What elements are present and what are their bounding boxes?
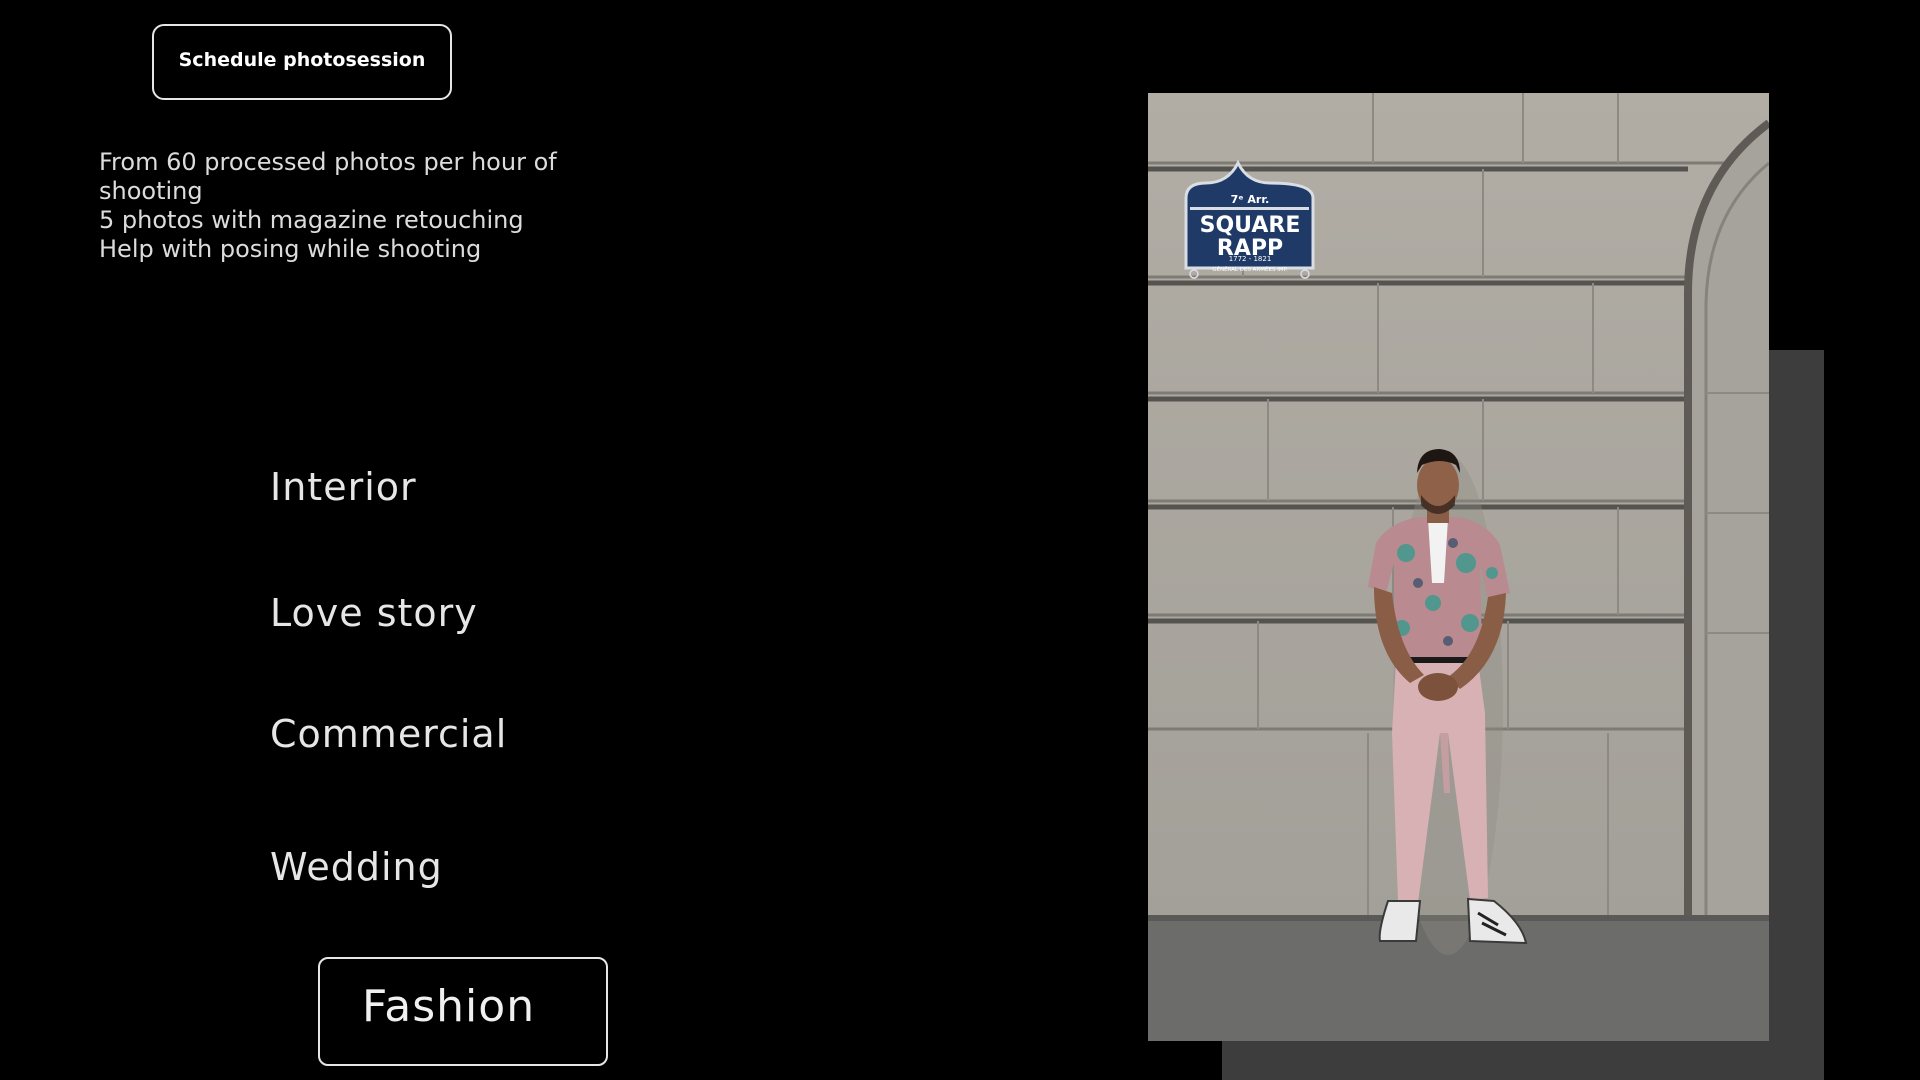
- category-fashion-selected[interactable]: Fashion: [318, 957, 608, 1066]
- category-commercial[interactable]: Commercial: [270, 712, 507, 756]
- feature-item: From 60 processed photos per hour of sho…: [99, 148, 557, 205]
- features-list: From 60 processed photos per hour of sho…: [99, 148, 619, 264]
- category-interior[interactable]: Interior: [270, 465, 417, 509]
- sign-line1: SQUARE: [1200, 213, 1301, 238]
- sign-subtitle: GÉNÉRAL DES ARMÉES IMP.: [1212, 265, 1288, 273]
- category-love-story[interactable]: Love story: [270, 591, 478, 635]
- sign-arrondissement: 7ᵉ Arr.: [1231, 193, 1270, 206]
- schedule-photosession-button[interactable]: Schedule photosession: [152, 24, 452, 100]
- sign-years: 1772 - 1821: [1229, 255, 1272, 263]
- feature-item: 5 photos with magazine retouching: [99, 206, 524, 234]
- fashion-photo: 7ᵉ Arr. SQUARE RAPP 1772 - 1821 GÉNÉRAL …: [1148, 93, 1769, 1041]
- feature-item: Help with posing while shooting: [99, 235, 482, 263]
- category-wedding[interactable]: Wedding: [270, 845, 443, 889]
